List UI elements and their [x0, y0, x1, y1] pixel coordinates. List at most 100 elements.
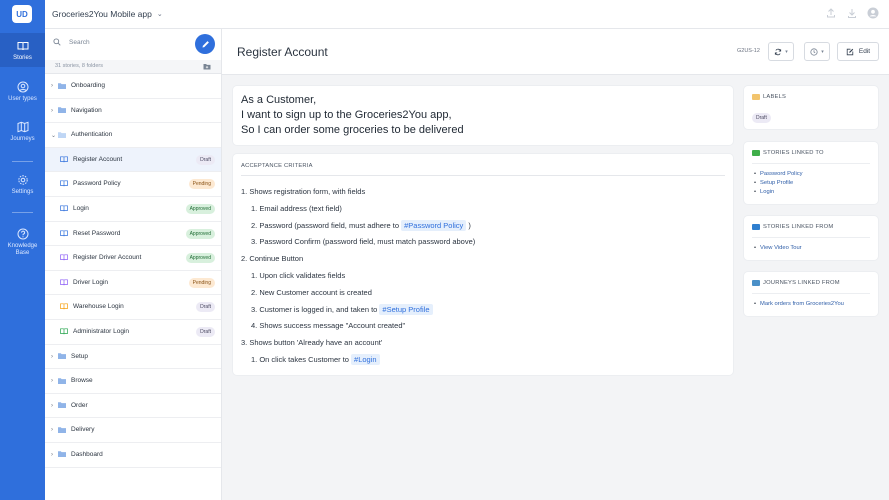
- sub-criterion: 2. New Customer account is created: [251, 288, 372, 297]
- rail-label: Stories: [13, 55, 32, 61]
- edit-icon: [846, 48, 854, 55]
- story-link-tag[interactable]: #Setup Profile: [379, 303, 433, 315]
- chevron-right-icon[interactable]: ›: [51, 427, 53, 433]
- folder-row[interactable]: › Setup: [45, 345, 221, 370]
- folder-row[interactable]: › Dashboard: [45, 443, 221, 468]
- journeys-heading: JOURNEYS LINKED FROM: [763, 280, 840, 286]
- linked-story-link[interactable]: Password Policy: [754, 170, 803, 179]
- criterion-text: 2. Password (password field, must adhere…: [251, 220, 399, 230]
- app-switcher[interactable]: Groceries2You Mobile app ⌄: [52, 9, 163, 19]
- rail-label: Settings: [11, 189, 34, 195]
- chevron-right-icon[interactable]: ›: [51, 354, 53, 360]
- chevron-right-icon[interactable]: ›: [51, 108, 53, 114]
- search-box[interactable]: Search: [53, 38, 90, 46]
- folder-label: Onboarding: [71, 82, 105, 89]
- story-book-icon: [60, 205, 68, 212]
- search-icon: [53, 38, 61, 46]
- new-story-button[interactable]: [195, 34, 215, 54]
- folder-row[interactable]: › Navigation: [45, 99, 221, 124]
- status-badge: Draft: [196, 154, 215, 165]
- sub-criterion: 3. Customer is logged in, and taken to #…: [251, 303, 433, 315]
- rail-item-settings[interactable]: Settings: [0, 174, 45, 196]
- download-icon[interactable]: [846, 7, 858, 19]
- sub-criterion: 1. On click takes Customer to #Login: [251, 354, 380, 365]
- story-row[interactable]: Pending Password Policy: [45, 172, 221, 197]
- chevron-down-icon: ▾: [821, 48, 824, 55]
- status-badge: Approved: [185, 253, 215, 264]
- chevron-right-icon[interactable]: ›: [51, 83, 53, 89]
- criterion: 2. Continue Button: [241, 254, 303, 263]
- story-panel: Search 31 stories, 8 folders › Onboarding…: [45, 29, 222, 500]
- story-row[interactable]: Draft Warehouse Login: [45, 295, 221, 320]
- avatar-icon[interactable]: [867, 7, 879, 19]
- story-row[interactable]: Approved Reset Password: [45, 222, 221, 247]
- journey-link[interactable]: Mark orders from Groceries2You: [754, 300, 844, 309]
- user-circle-icon: [17, 81, 28, 93]
- app-logo[interactable]: UD: [12, 5, 32, 23]
- linked-story-link[interactable]: View Video Tour: [754, 244, 802, 253]
- labels-card: LABELS Draft: [744, 86, 878, 129]
- story-row[interactable]: Draft Administrator Login: [45, 320, 221, 345]
- statement-line: As a Customer,: [241, 94, 317, 106]
- story-book-icon: [60, 156, 68, 163]
- upload-icon[interactable]: [825, 7, 837, 19]
- story-link-tag[interactable]: #Login: [351, 354, 380, 365]
- criterion-text: 3. Shows button 'Already have an account…: [241, 338, 383, 348]
- rail-item-user-types[interactable]: User types: [0, 81, 45, 103]
- chevron-down-icon[interactable]: ⌄: [51, 132, 56, 139]
- sync-button[interactable]: ▾: [768, 42, 794, 61]
- story-book-icon: [60, 254, 68, 261]
- statement-line: So I can order some groceries to be deli…: [241, 124, 464, 136]
- label-chip[interactable]: Draft: [752, 113, 771, 123]
- rail-item-journeys[interactable]: Journeys: [0, 121, 45, 143]
- folder-label: Navigation: [71, 106, 102, 114]
- story-row[interactable]: Pending Driver Login: [45, 271, 221, 296]
- history-button[interactable]: ▾: [804, 42, 830, 61]
- criterion-text: 1. Upon click validates fields: [251, 271, 346, 280]
- edit-button[interactable]: Edit: [837, 42, 879, 61]
- chevron-right-icon[interactable]: ›: [51, 403, 53, 409]
- app-title: Groceries2You Mobile app: [52, 9, 152, 19]
- sub-criterion: 2. Password (password field, must adhere…: [251, 219, 471, 231]
- folder-label: Delivery: [71, 426, 95, 434]
- folder-icon: [58, 82, 66, 89]
- folder-row[interactable]: › Browse: [45, 369, 221, 394]
- folder-row[interactable]: › Order: [45, 394, 221, 419]
- story-row[interactable]: Approved Login: [45, 197, 221, 222]
- left-rail: UD Stories User types Journeys Settings …: [0, 0, 45, 500]
- folder-icon: [58, 353, 66, 360]
- story-row[interactable]: Draft Register Account: [45, 147, 221, 173]
- main-header: Register Account G2US-12 ▾ ▾ Edit: [222, 29, 889, 75]
- linked-story-link[interactable]: Login: [754, 188, 803, 197]
- status-badge: Pending: [188, 179, 215, 190]
- linked-story-link[interactable]: Setup Profile: [754, 179, 803, 188]
- chevron-right-icon[interactable]: ›: [51, 452, 53, 458]
- folder-row[interactable]: › Onboarding: [45, 74, 221, 99]
- criterion-text: 1. Email address (text field): [251, 203, 342, 213]
- chevron-right-icon[interactable]: ›: [51, 378, 53, 384]
- linked-to-list: Password Policy Setup Profile Login: [754, 170, 803, 197]
- story-row[interactable]: Approved Register Driver Account: [45, 246, 221, 271]
- refresh-icon: [775, 48, 782, 55]
- sub-criterion: 1. Email address (text field): [251, 204, 342, 213]
- add-folder-icon[interactable]: [203, 63, 211, 70]
- linked-to-heading: STORIES LINKED TO: [763, 150, 824, 156]
- divider: [752, 163, 870, 164]
- folder-label: Order: [71, 401, 88, 409]
- rail-item-stories[interactable]: Stories: [0, 33, 45, 67]
- folder-row[interactable]: ⌄ Authentication: [45, 123, 221, 148]
- clock-icon: [810, 47, 818, 56]
- status-badge: Approved: [185, 203, 215, 214]
- criteria-heading: ACCEPTANCE CRITERIA: [241, 163, 313, 169]
- folder-icon: [58, 427, 66, 433]
- chevron-down-icon: ▾: [785, 48, 788, 55]
- rail-item-knowledge-base[interactable]: Knowledge Base: [0, 228, 45, 257]
- story-book-icon: [60, 180, 68, 187]
- journeys-linked-from-card: JOURNEYS LINKED FROM Mark orders from Gr…: [744, 272, 878, 316]
- story-link-tag[interactable]: #Password Policy: [401, 219, 467, 231]
- sub-criterion: 3. Password Confirm (password field, mus…: [251, 237, 475, 246]
- labels-heading: LABELS: [763, 94, 787, 100]
- rail-label: Knowledge Base: [7, 243, 38, 257]
- search-input[interactable]: Search: [69, 39, 90, 46]
- folder-row[interactable]: › Delivery: [45, 418, 221, 443]
